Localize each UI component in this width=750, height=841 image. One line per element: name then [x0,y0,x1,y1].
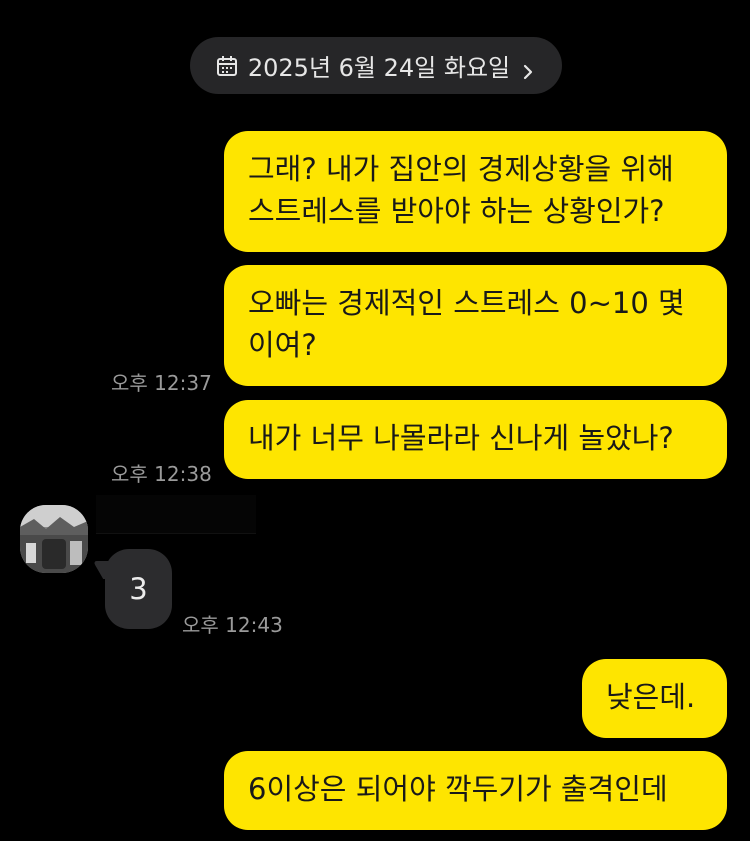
date-label: 2025년 6월 24일 화요일 [247,54,511,82]
my-message-bubble[interactable]: 오빠는 경제적인 스트레스 0~10 몇 이여? [224,265,727,386]
message-text: 3 [129,572,148,606]
calendar-icon [216,55,238,77]
my-message-bubble[interactable]: 그래? 내가 집안의 경제상황을 위해 스트레스를 받아야 하는 상황인가? [224,131,727,252]
message-line: 스트레스를 받아야 하는 상황인가? [248,194,665,228]
message-timestamp: 오후 12:37 [111,371,212,395]
message-line: 내가 너무 나몰라라 신나게 놀았나? [248,421,674,455]
redacted-sender-name [96,495,256,534]
avatar[interactable] [20,505,88,573]
date-divider-button[interactable]: 2025년 6월 24일 화요일 [190,37,562,94]
my-message-bubble[interactable]: 내가 너무 나몰라라 신나게 놀았나? [224,400,727,479]
message-line: 이여? [248,328,317,362]
message-line: 6이상은 되어야 깍두기가 출격인데 [248,772,668,806]
my-message-bubble[interactable]: 6이상은 되어야 깍두기가 출격인데 [224,751,727,830]
message-timestamp: 오후 12:38 [111,462,212,486]
their-message-bubble[interactable]: 3 [105,549,172,629]
chevron-right-icon [520,58,536,79]
my-message-bubble[interactable]: 낮은데. [582,659,727,738]
message-line: 그래? 내가 집안의 경제상황을 위해 [248,152,674,186]
message-line: 낮은데. [606,680,696,714]
message-line: 오빠는 경제적인 스트레스 0~10 몇 [248,286,685,320]
message-timestamp: 오후 12:43 [182,613,283,637]
